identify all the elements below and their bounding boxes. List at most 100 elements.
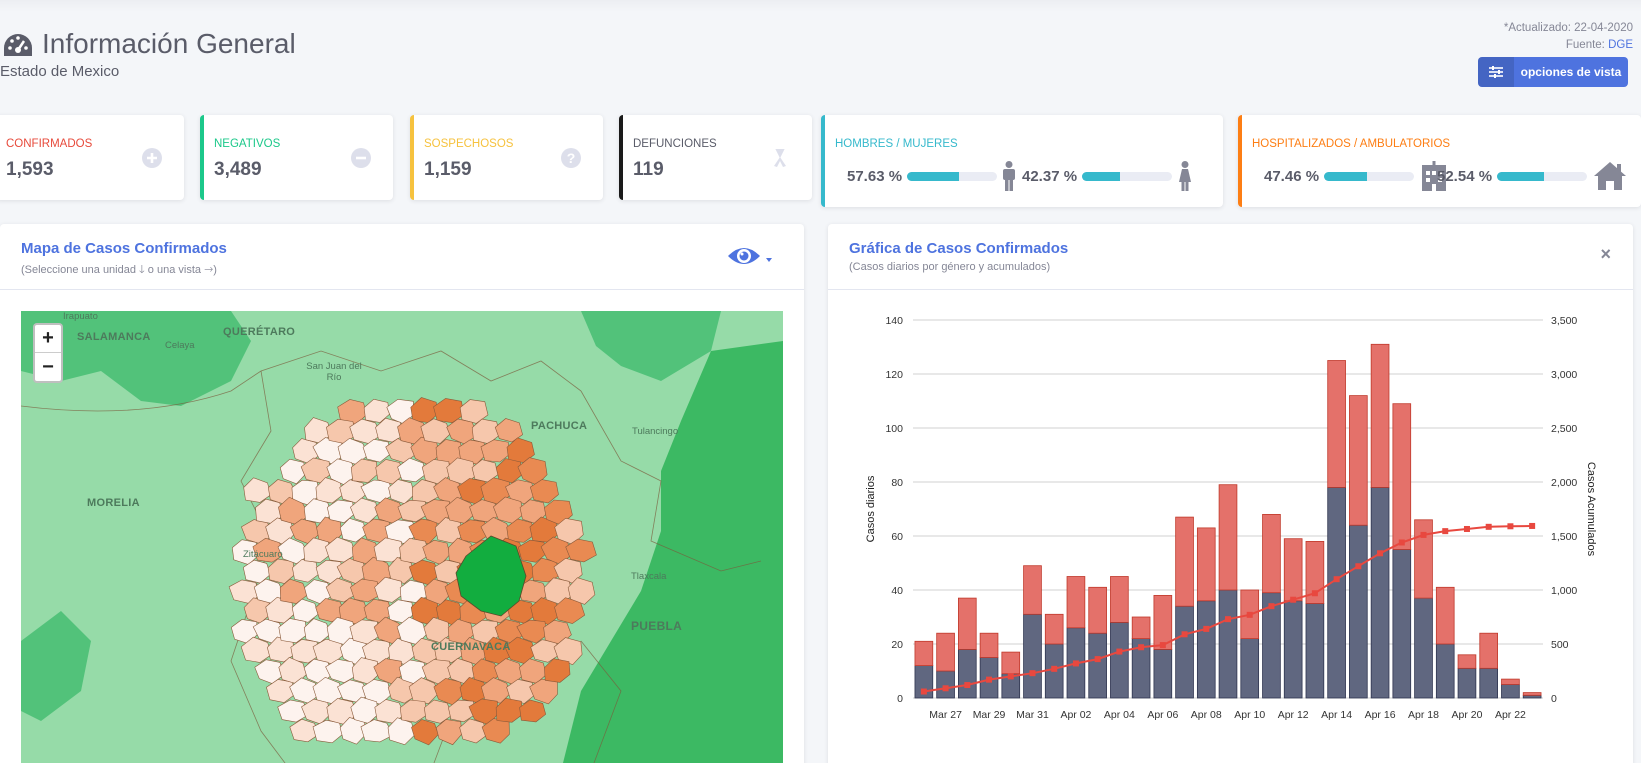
map-label: MORELIA	[87, 497, 140, 509]
y-tick-label: 120	[885, 369, 903, 381]
update-info: *Actualizado: 22-04-2020 Fuente: DGE	[1504, 20, 1633, 54]
bar-series-2	[1283, 538, 1303, 602]
bar-series-2	[1370, 343, 1390, 488]
x-tick-label: Apr 04	[1104, 709, 1135, 721]
source-link[interactable]: DGE	[1608, 39, 1633, 51]
x-tick-label: Apr 06	[1147, 709, 1178, 721]
bar-series-1	[958, 648, 977, 699]
map-label: CUERNAVACA	[431, 641, 511, 653]
y2-tick-label: 3,500	[1551, 315, 1577, 327]
bar-series-2	[1414, 519, 1433, 599]
x-tick-label: Apr 16	[1365, 709, 1396, 721]
question-circle-icon: ?	[561, 148, 581, 168]
line-point	[1116, 648, 1123, 655]
x-tick-label: Apr 14	[1321, 709, 1352, 721]
bar-series-1	[1327, 486, 1346, 699]
municipality	[279, 458, 306, 485]
line-point	[1529, 522, 1536, 529]
line-point	[1029, 670, 1036, 677]
bar-series-2	[1066, 576, 1086, 629]
close-icon[interactable]: ×	[1600, 244, 1611, 265]
line-point	[1007, 673, 1014, 680]
bar-series-2	[1435, 586, 1455, 645]
x-tick-label: Apr 12	[1278, 709, 1309, 721]
map-label: Zitácuaro	[243, 549, 283, 560]
cases-chart: 0 20 40 60 80 100 120 140 0 500 1,000 1,500 2,000 2,5…	[865, 315, 1597, 721]
bar-series-1	[1088, 632, 1107, 699]
bar-series-2	[979, 632, 999, 658]
view-options-button[interactable]: opciones de vista	[1478, 57, 1628, 87]
bar-series-2	[1196, 527, 1216, 602]
bar-series-1	[1153, 648, 1173, 699]
bar-series-2	[1110, 576, 1129, 623]
line-point	[1442, 528, 1449, 535]
source-prefix: Fuente:	[1565, 39, 1609, 51]
municipality	[411, 719, 439, 746]
zoom-out-button[interactable]: −	[35, 353, 61, 381]
line-point	[1311, 590, 1318, 597]
eye-dropdown-icon[interactable]	[726, 242, 776, 272]
bar-series-1	[1479, 667, 1498, 699]
bar-series-2	[1522, 692, 1542, 696]
men-pct: 57.63 %	[847, 167, 903, 185]
y2-tick-label: 500	[1551, 639, 1569, 651]
card-hospital[interactable]: Hospitalizados / Ambulatorios 47.46 % 52…	[1238, 115, 1641, 207]
y2-tick-label: 2,000	[1551, 477, 1577, 489]
hosp-progress-fill	[1324, 171, 1367, 181]
line-point	[1507, 523, 1514, 530]
card-defunciones[interactable]: Defunciones 119	[619, 115, 812, 200]
women-pct: 42.37 %	[1022, 167, 1078, 185]
region-hidalgo-north	[581, 311, 721, 381]
map-label: Celaya	[165, 340, 195, 351]
zoom-in-button[interactable]: +	[35, 325, 61, 353]
line-point	[1072, 660, 1079, 667]
line-point	[986, 676, 993, 683]
chart-panel-title: Gráfica de Casos Confirmados	[849, 240, 1069, 257]
tachometer-icon	[4, 34, 32, 56]
line-point	[1290, 596, 1297, 603]
bar-series-1	[1522, 694, 1542, 699]
card-genero[interactable]: Hombres / Mujeres 57.63 % 42.37 %	[821, 115, 1223, 207]
bar-series-2	[1023, 565, 1042, 615]
map-label: Irapuato	[63, 311, 98, 322]
map-label: Tlaxcala	[631, 571, 667, 582]
map-canvas[interactable]	[21, 311, 783, 763]
chart-panel: Gráfica de Casos Confirmados (Casos diar…	[828, 224, 1633, 763]
women-progress	[1082, 171, 1173, 181]
bar-series-1	[1305, 603, 1325, 699]
card-label: Hombres / Mujeres	[835, 138, 958, 150]
women-stat: 42.37 %	[1022, 161, 1193, 191]
map-panel-title: Mapa de Casos Confirmados	[21, 240, 227, 257]
card-value: 1,159	[424, 159, 472, 180]
region-guerrero	[21, 611, 91, 721]
men-progress	[907, 171, 998, 181]
map-view[interactable]: + − Irapuato SALAMANCA Celaya QUERÉTARO …	[21, 311, 783, 763]
y-tick-label: 80	[891, 477, 903, 489]
page-subtitle: Estado de Mexico	[0, 63, 120, 80]
bar-series-2	[1044, 613, 1064, 645]
y-tick-label: 140	[885, 315, 903, 327]
x-tick-label: Mar 27	[929, 709, 962, 721]
bar-series-2	[1501, 678, 1520, 685]
y-tick-label: 0	[897, 693, 903, 705]
bar-series-1	[1218, 589, 1238, 699]
line-point	[1181, 631, 1188, 638]
bar-series-1	[1501, 684, 1520, 699]
male-icon	[1003, 161, 1016, 191]
map-panel-subtitle: (Seleccione una unidad 🡓 o una vista 🡒)	[21, 264, 217, 276]
bar-series-2	[1457, 654, 1477, 669]
bar-series-2	[1479, 632, 1498, 669]
home-icon	[1594, 162, 1627, 190]
hosp-stat: 47.46 %	[1264, 161, 1448, 191]
card-negativos[interactable]: Negativos 3,489	[200, 115, 393, 200]
men-progress-fill	[907, 171, 959, 181]
bar-series-2	[1392, 403, 1412, 550]
line-point	[920, 688, 927, 695]
bar-series-1	[1392, 549, 1412, 699]
amb-stat: 52.54 %	[1437, 161, 1627, 191]
line-point	[1138, 644, 1145, 651]
map-label: QUERÉTARO	[223, 326, 296, 338]
card-sospechosos[interactable]: Sospechosos 1,159 ?	[410, 115, 603, 200]
y2-tick-label: 1,000	[1551, 585, 1577, 597]
card-confirmados[interactable]: Confirmados 1,593	[0, 115, 184, 200]
